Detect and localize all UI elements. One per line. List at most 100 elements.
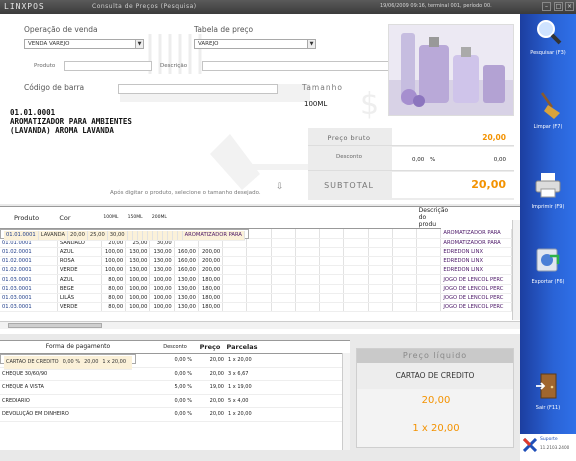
cell-preco: 130,00 xyxy=(125,256,151,267)
table-row[interactable]: 01.02.0001 AZUL 100,00 130,00 130,00 160,00 20… xyxy=(0,247,512,258)
table-row[interactable]: 01.03.0001 VERDE 80,00 100,00 100,00 130,00 18… xyxy=(0,302,512,313)
subtotal-field: 20,00 xyxy=(392,172,514,198)
cell-descricao: JOGO DE LENCOL PERC xyxy=(440,302,512,313)
cell-preco: 180,00 xyxy=(198,284,224,294)
cell-empty xyxy=(368,293,393,304)
cell-preco: 130,00 xyxy=(125,265,151,276)
table-row[interactable]: 01.03.0001 BEGE 80,00 100,00 100,00 130,00 180… xyxy=(0,284,512,294)
cell-empty xyxy=(222,247,248,258)
col-descricao[interactable]: Descrição do produ xyxy=(416,207,448,229)
chevron-down-icon[interactable]: ▼ xyxy=(135,40,143,48)
payment-table: Forma de pagamento Desconto Preço Parcel… xyxy=(0,340,350,451)
cell-cor: AZUL xyxy=(57,247,102,258)
payment-row[interactable]: DEVOLUÇÃO EM DINHEIRO 0,00 % 20,00 1 x 20,0… xyxy=(0,407,342,422)
cell-empty xyxy=(368,256,393,267)
desconto-label: Desconto xyxy=(336,154,362,160)
col-100ml[interactable]: 100ML xyxy=(101,207,126,229)
cell-empty xyxy=(271,302,296,313)
chevron-down-icon[interactable]: ▼ xyxy=(307,40,315,48)
cell-preco: 130,00 xyxy=(174,274,199,285)
table-row[interactable]: 01.03.0001 AZUL 80,00 100,00 100,00 130,00 180… xyxy=(0,274,512,285)
cell-preco: 100,00 xyxy=(149,302,175,313)
cell-preco: 130,00 xyxy=(149,265,175,276)
exportar-button[interactable]: Exportar (F6) xyxy=(520,246,576,285)
tabela-select[interactable]: VAREJO ▼ xyxy=(194,39,316,49)
cell-empty xyxy=(416,274,442,285)
preco-bruto-field: 20,00 xyxy=(392,128,514,145)
table-row[interactable]: 01.03.0001 LILÁS 80,00 100,00 100,00 130,00 18… xyxy=(0,293,512,304)
descricao-input[interactable] xyxy=(202,61,404,71)
cell-parcelas: 1 x 20,00 xyxy=(226,407,258,422)
grid-horizontal-scrollbar[interactable] xyxy=(0,321,520,329)
cell-produto: 01.02.0001 xyxy=(0,247,58,258)
close-icon[interactable]: × xyxy=(565,2,574,11)
cell-empty xyxy=(222,302,248,313)
subtotal-value: 20,00 xyxy=(471,178,506,191)
table-row[interactable]: 01.02.0001 VERDE 100,00 130,00 130,00 160,00 2… xyxy=(0,265,512,276)
col-cor[interactable]: Cor xyxy=(57,207,102,229)
cell-empty xyxy=(343,284,369,294)
minimize-icon[interactable]: – xyxy=(542,2,551,11)
col-200ml[interactable]: 200ML xyxy=(149,207,175,229)
payment-row[interactable]: CHEQUE A VISTA 5,00 % 19,00 1 x 19,00 xyxy=(0,380,342,395)
cell-preco: 100,00 xyxy=(101,247,127,258)
cell-desconto: 0,00 % xyxy=(156,394,194,408)
exit-door-icon xyxy=(536,373,557,399)
col-produto[interactable]: Produto xyxy=(0,207,58,229)
operacao-select[interactable]: VENDA VAREJO ▼ xyxy=(24,39,144,49)
preco-bruto-value: 20,00 xyxy=(482,133,506,142)
sair-button[interactable]: Sair (F11) xyxy=(520,372,576,411)
cell-empty xyxy=(246,284,272,294)
cell-empty xyxy=(271,274,296,285)
imprimir-button[interactable]: Imprimir (F9) xyxy=(520,171,576,210)
imprimir-label: Imprimir (F9) xyxy=(531,204,565,210)
cell-empty xyxy=(319,302,345,313)
cell-preco: 200,00 xyxy=(198,247,224,258)
net-price-panel: Preço líquido CARTAO DE CREDITO 20,00 1 … xyxy=(356,348,514,448)
tamanho-value[interactable]: 100ML xyxy=(304,100,327,108)
cell-empty xyxy=(368,229,393,239)
cell-preco: 160,00 xyxy=(174,247,199,258)
scroll-thumb[interactable] xyxy=(8,323,102,328)
cell-empty xyxy=(319,293,345,304)
cell-desconto: 5,00 % xyxy=(156,380,194,395)
limpar-button[interactable]: Limpar (F7) xyxy=(520,91,576,130)
cell-empty xyxy=(392,293,418,304)
cell-cor: ROSA xyxy=(57,256,102,267)
cell-empty xyxy=(416,238,442,248)
col-forma-pagamento[interactable]: Forma de pagamento xyxy=(0,341,156,354)
cell-preco: 20,00 xyxy=(194,367,226,381)
cell-preco: 20,00 xyxy=(82,355,101,370)
produto-input[interactable] xyxy=(64,61,152,71)
col-desconto[interactable]: Desconto xyxy=(156,341,194,354)
cell-descricao: JOGO DE LENCOL PERC xyxy=(440,293,512,304)
product-code: 01.01.0001 xyxy=(10,108,56,117)
payment-row[interactable]: CREDIARIO 0,00 % 20,00 5 x 4,00 xyxy=(0,394,342,408)
pesquisar-button[interactable]: Pesquisar (F3) xyxy=(520,17,576,56)
cell-produto: 01.02.0001 xyxy=(0,265,58,276)
cell-empty xyxy=(416,265,442,276)
support-footer[interactable]: Suporte 11.2103.2400 xyxy=(520,434,576,461)
cell-parcelas: 1 x 20,00 xyxy=(226,353,258,368)
cell-empty xyxy=(295,256,321,267)
table-row[interactable]: 01.02.0001 ROSA 100,00 130,00 130,00 160,00 20… xyxy=(0,256,512,267)
cell-empty xyxy=(295,302,321,313)
table-row[interactable]: 01.01.0001 LAVANDA 20,00 25,00 30,00 AROMATIZ… xyxy=(0,229,249,241)
cell-empty xyxy=(368,238,393,248)
payment-row[interactable]: CARTAO DE CREDITO 0,00 % 20,00 1 x 20,00 xyxy=(0,353,137,370)
cell-descricao: AROMATIZADOR PARA xyxy=(182,231,245,241)
exportar-label: Exportar (F6) xyxy=(531,279,565,285)
col-preco[interactable]: Preço xyxy=(194,341,226,354)
col-parcelas[interactable]: Parcelas xyxy=(226,341,258,354)
payment-vertical-scrollbar[interactable] xyxy=(342,353,350,451)
desconto-percent[interactable]: 0,00 xyxy=(412,157,424,163)
cell-preco: 130,00 xyxy=(149,247,175,258)
grid-vertical-scrollbar[interactable] xyxy=(512,220,520,320)
codigo-barra-input[interactable] xyxy=(118,84,278,94)
cell-empty xyxy=(246,274,272,285)
desconto-amount[interactable]: 0,00 xyxy=(494,157,506,163)
restore-icon[interactable]: □ xyxy=(554,2,563,11)
col-150ml[interactable]: 150ML xyxy=(125,207,150,229)
cell-preco: 100,00 xyxy=(101,256,127,267)
cell-empty xyxy=(258,367,342,381)
